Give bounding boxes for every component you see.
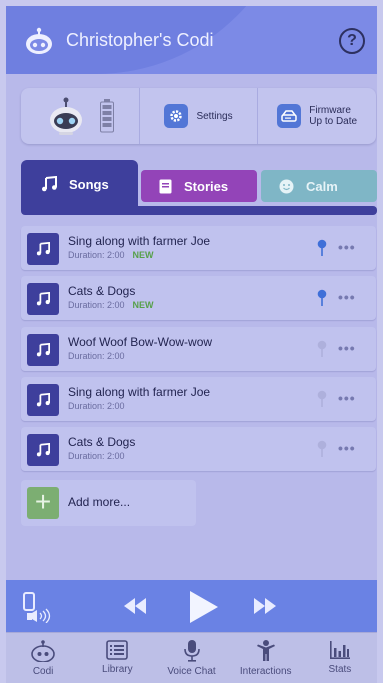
- song-meta: Duration: 2:00 NEW: [68, 250, 154, 260]
- gear-icon: [164, 104, 189, 128]
- song-row[interactable]: Cats & Dogs Duration: 2:00 NEW •••: [21, 276, 376, 320]
- nav-codi[interactable]: Codi: [6, 633, 80, 683]
- nav-interactions-label: Interactions: [239, 666, 292, 677]
- song-duration: Duration: 2:00: [68, 401, 125, 411]
- song-duration: Duration: 2:00: [68, 300, 125, 310]
- fast-forward-icon[interactable]: [254, 598, 276, 614]
- song-title: Woof Woof Bow-Wow-wow: [68, 335, 213, 349]
- drive-icon: [277, 104, 302, 128]
- plus-icon: +: [27, 487, 59, 519]
- play-icon[interactable]: [190, 591, 218, 623]
- smile-icon: [279, 179, 294, 194]
- settings-label: Settings: [196, 110, 233, 122]
- nav-codi-label: Codi: [32, 666, 54, 677]
- add-more-button[interactable]: + Add more...: [21, 480, 196, 526]
- tab-songs-label: Songs: [69, 176, 109, 192]
- song-row[interactable]: Woof Woof Bow-Wow-wow Duration: 2:00 •••: [21, 327, 376, 371]
- codi-logo-icon: [26, 27, 52, 54]
- song-row[interactable]: Sing along with farmer Joe Duration: 2:0…: [21, 377, 376, 421]
- robot-icon: [31, 640, 55, 662]
- music-note-icon: [27, 283, 59, 315]
- header: Christopher's Codi ?: [6, 6, 377, 74]
- rewind-icon[interactable]: [124, 598, 146, 614]
- device-avatar-cell[interactable]: [21, 88, 140, 144]
- pin-icon[interactable]: [317, 340, 327, 358]
- song-title: Sing along with farmer Joe: [68, 385, 211, 399]
- tab-calm[interactable]: Calm: [261, 170, 377, 202]
- song-duration: Duration: 2:00: [68, 451, 125, 461]
- settings-button[interactable]: Settings: [140, 88, 259, 144]
- pin-icon[interactable]: [317, 390, 327, 408]
- pin-icon[interactable]: [317, 289, 327, 307]
- firmware-label: Firmware Up to Date: [309, 105, 357, 127]
- more-options-button[interactable]: •••: [338, 340, 356, 356]
- music-note-icon: [27, 334, 59, 366]
- song-meta: Duration: 2:00: [68, 401, 125, 411]
- nav-voice-chat-label: Voice Chat: [167, 666, 216, 677]
- tab-stories-label: Stories: [184, 178, 229, 194]
- music-note-icon: [27, 434, 59, 466]
- category-tabs: Songs Stories Calm: [21, 160, 377, 212]
- battery-icon: [99, 99, 114, 133]
- song-title: Cats & Dogs: [68, 435, 136, 449]
- nav-stats-label: Stats: [328, 664, 352, 675]
- pin-icon[interactable]: [317, 239, 327, 257]
- music-note-icon: [27, 384, 59, 416]
- song-duration: Duration: 2:00: [68, 351, 125, 361]
- song-meta: Duration: 2:00 NEW: [68, 300, 154, 310]
- add-more-label: Add more...: [68, 495, 131, 509]
- song-meta: Duration: 2:00: [68, 351, 125, 361]
- player-bar: [6, 580, 377, 632]
- nav-library[interactable]: Library: [80, 633, 154, 683]
- new-badge: NEW: [132, 250, 154, 260]
- page-title: Christopher's Codi: [66, 30, 214, 50]
- app-frame: Christopher's Codi ? Settings Firmware U…: [6, 6, 377, 683]
- more-options-button[interactable]: •••: [338, 239, 356, 255]
- person-icon: [256, 640, 275, 661]
- bottom-nav: Codi Library Voice Chat Interactions Sta…: [6, 632, 377, 683]
- song-duration: Duration: 2:00: [68, 250, 125, 260]
- firmware-status[interactable]: Firmware Up to Date: [258, 88, 376, 144]
- song-row[interactable]: Sing along with farmer Joe Duration: 2:0…: [21, 226, 376, 270]
- microphone-icon: [183, 640, 200, 662]
- tab-songs[interactable]: Songs: [21, 160, 138, 208]
- device-status-card: Settings Firmware Up to Date: [21, 88, 376, 144]
- tab-calm-label: Calm: [306, 178, 338, 194]
- bar-chart-icon: [329, 641, 350, 659]
- active-tab-underline: [21, 206, 377, 215]
- firmware-line2: Up to Date: [309, 116, 358, 127]
- list-icon: [106, 640, 129, 660]
- help-button[interactable]: ?: [339, 28, 365, 54]
- song-title: Sing along with farmer Joe: [68, 234, 211, 248]
- song-title: Cats & Dogs: [68, 284, 136, 298]
- more-options-button[interactable]: •••: [338, 289, 356, 305]
- new-badge: NEW: [132, 300, 154, 310]
- nav-library-label: Library: [102, 664, 133, 675]
- book-icon: [159, 179, 172, 194]
- more-options-button[interactable]: •••: [338, 390, 356, 406]
- music-note-icon: [41, 176, 57, 192]
- tab-stories[interactable]: Stories: [141, 170, 257, 202]
- music-note-icon: [27, 233, 59, 265]
- song-row[interactable]: Cats & Dogs Duration: 2:00 •••: [21, 427, 376, 471]
- nav-stats[interactable]: Stats: [303, 633, 377, 683]
- device-speaker-icon[interactable]: [22, 591, 58, 623]
- pin-icon[interactable]: [317, 440, 327, 458]
- more-options-button[interactable]: •••: [338, 440, 356, 456]
- nav-interactions[interactable]: Interactions: [229, 633, 303, 683]
- nav-voice-chat[interactable]: Voice Chat: [154, 633, 228, 683]
- firmware-line1: Firmware: [309, 105, 351, 116]
- robot-avatar-icon: [49, 97, 82, 135]
- song-meta: Duration: 2:00: [68, 451, 125, 461]
